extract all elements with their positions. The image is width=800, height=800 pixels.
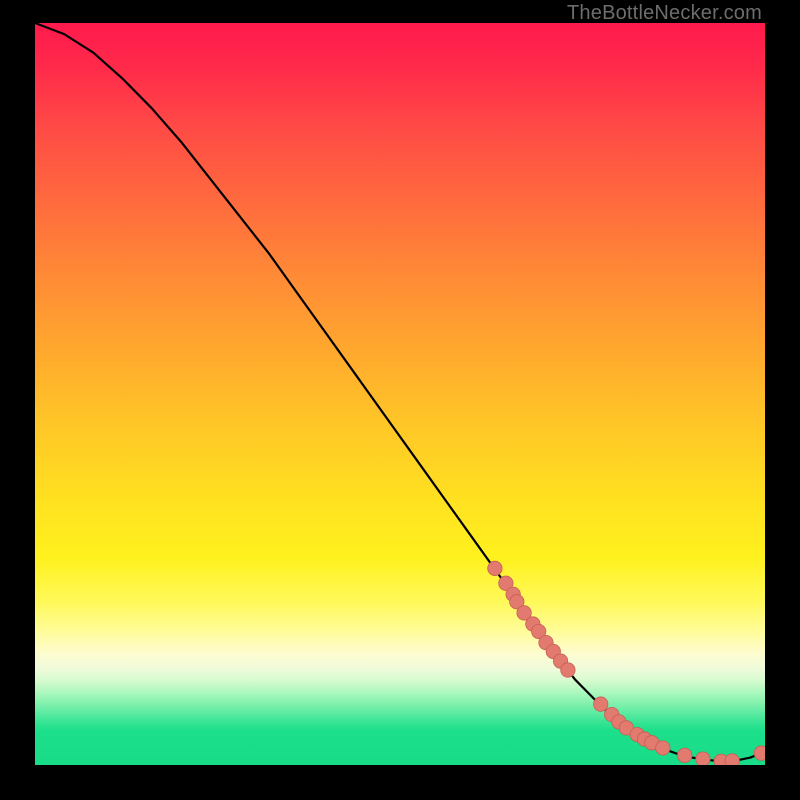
- marker-point: [594, 697, 608, 711]
- marker-point: [725, 754, 739, 765]
- marker-point: [696, 752, 710, 765]
- curve-layer: [35, 23, 765, 765]
- highlighted-points: [488, 561, 765, 765]
- marker-point: [656, 741, 670, 755]
- marker-point: [488, 561, 502, 575]
- marker-point: [561, 663, 575, 677]
- marker-point: [754, 746, 765, 760]
- plot-area: [35, 23, 765, 765]
- chart-stage: TheBottleNecker.com: [0, 0, 800, 800]
- bottleneck-curve: [35, 23, 765, 761]
- watermark-text: TheBottleNecker.com: [567, 2, 762, 25]
- marker-point: [678, 748, 692, 762]
